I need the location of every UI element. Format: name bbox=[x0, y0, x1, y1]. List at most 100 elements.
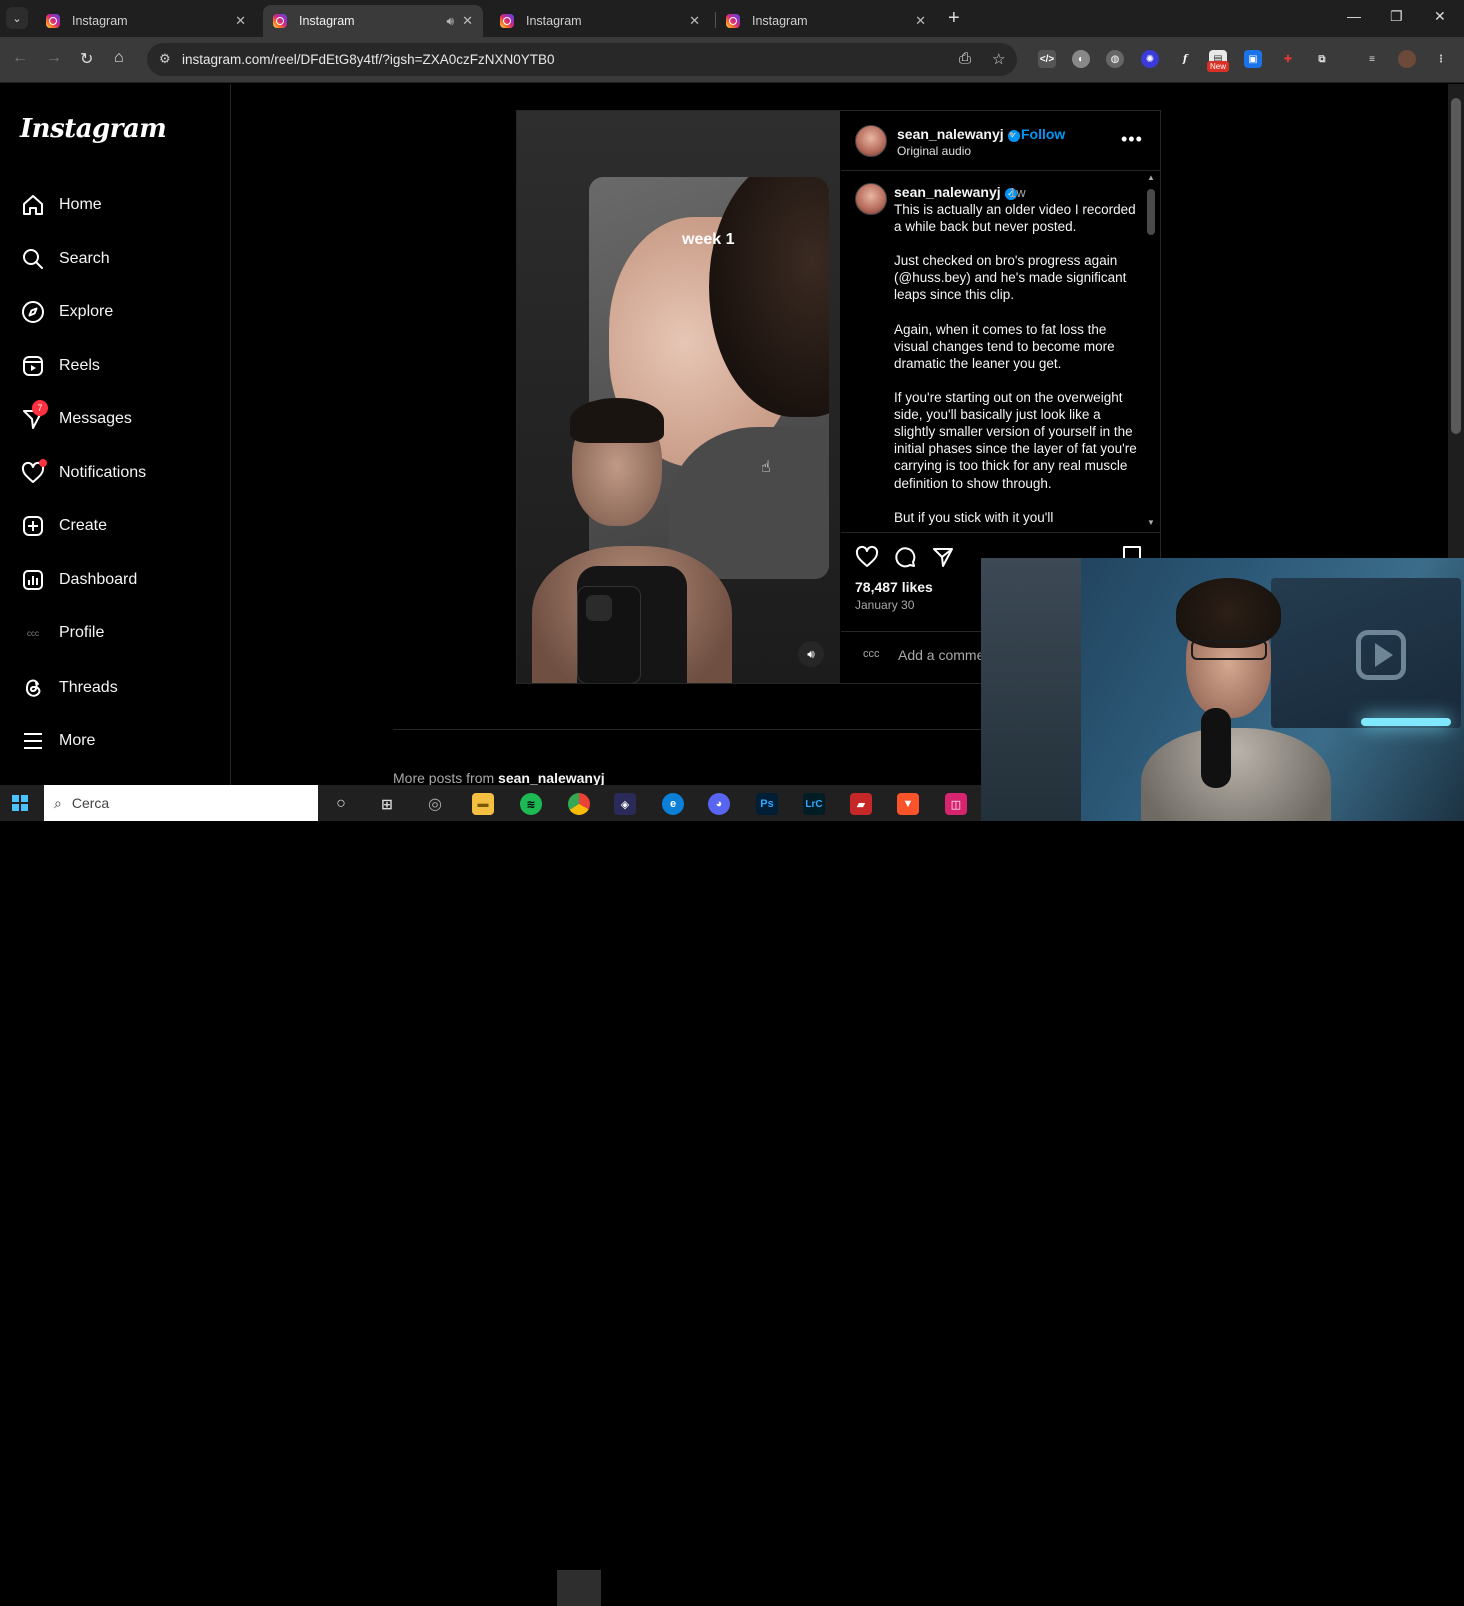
bookmark-star-icon[interactable]: ☆ bbox=[992, 50, 1005, 68]
photoshop-icon[interactable]: Ps bbox=[756, 793, 778, 815]
reel-video[interactable]: week 1 🔊︎ ☝ bbox=[517, 111, 840, 683]
lightroom-classic-icon[interactable]: LrC bbox=[803, 793, 825, 815]
sidebar-item-create[interactable]: Create bbox=[20, 511, 107, 541]
comment-icon[interactable] bbox=[893, 545, 917, 575]
windows-start-icon[interactable] bbox=[12, 795, 28, 811]
cortana-circle-icon[interactable]: ○ bbox=[330, 793, 352, 815]
sidebar-item-label: More bbox=[59, 732, 96, 749]
caption-avatar[interactable] bbox=[855, 183, 887, 215]
instagram-app-icon[interactable]: ◫ bbox=[945, 793, 967, 815]
new-tab-button[interactable]: + bbox=[948, 7, 960, 30]
comment-input[interactable]: Add a comme bbox=[898, 647, 984, 663]
chart-icon bbox=[20, 567, 46, 593]
tab-search-button[interactable]: ⌄ bbox=[6, 7, 28, 29]
close-tab-icon[interactable]: ✕ bbox=[235, 13, 246, 29]
more-posts-username[interactable]: sean_nalewanyj bbox=[498, 770, 605, 786]
sidebar-item-search[interactable]: Search bbox=[20, 244, 110, 274]
sidebar-item-notifications[interactable]: Notifications bbox=[20, 458, 146, 488]
browser-toolbar: ← → ↻ ⌂ ⚙ instagram.com/reel/DFdEtG8y4tf… bbox=[0, 37, 1464, 83]
sidebar-item-threads[interactable]: Threads bbox=[20, 673, 118, 703]
sidebar-item-reels[interactable]: Reels bbox=[20, 351, 100, 381]
video-person-hair bbox=[570, 398, 664, 443]
url-text[interactable]: instagram.com/reel/DFdEtG8y4tf/?igsh=ZXA… bbox=[182, 52, 555, 67]
restore-icon[interactable]: ❐ bbox=[1390, 8, 1403, 25]
file-explorer-icon[interactable]: ▬ bbox=[472, 793, 494, 815]
home-button-icon[interactable]: ⌂ bbox=[114, 49, 124, 67]
kebab-menu-icon[interactable]: ⋮ bbox=[1432, 50, 1450, 68]
profile-avatar-icon[interactable] bbox=[1398, 50, 1416, 68]
back-arrow-icon[interactable]: ← bbox=[12, 49, 28, 67]
header-separator: • bbox=[1009, 126, 1014, 141]
davinci-resolve-icon[interactable]: ◈ bbox=[614, 793, 636, 815]
task-view-icon[interactable]: ⊞ bbox=[376, 793, 398, 815]
extension-circle-icon[interactable]: ◐ bbox=[1072, 50, 1090, 68]
install-app-icon[interactable]: ⎙ bbox=[959, 50, 971, 67]
site-info-icon[interactable]: ⚙ bbox=[159, 51, 171, 67]
webcam-person-body bbox=[1141, 728, 1331, 821]
audio-link[interactable]: Original audio bbox=[897, 144, 971, 158]
discord-icon[interactable]: ◕ bbox=[708, 793, 730, 815]
red-app-icon[interactable]: ▰ bbox=[850, 793, 872, 815]
extension-pin-icon[interactable]: ✚ bbox=[1279, 50, 1297, 68]
sidebar-item-label: Explore bbox=[59, 303, 114, 320]
share-icon[interactable] bbox=[931, 545, 955, 575]
close-tab-icon[interactable]: ✕ bbox=[915, 13, 926, 29]
close-window-icon[interactable]: ✕ bbox=[1434, 8, 1446, 25]
instagram-logo[interactable]: Instagram bbox=[20, 114, 167, 144]
chrome-icon[interactable] bbox=[568, 793, 590, 815]
reload-icon[interactable]: ↻ bbox=[80, 49, 93, 69]
sidebar-item-messages[interactable]: 7 Messages bbox=[20, 400, 132, 434]
forward-arrow-icon[interactable]: → bbox=[46, 49, 62, 67]
speaker-icon[interactable]: 🔊︎ bbox=[447, 14, 455, 29]
audio-toggle-button[interactable]: 🔊︎ bbox=[798, 641, 824, 667]
phone-camera bbox=[586, 595, 612, 621]
scroll-up-arrow-icon[interactable]: ▲ bbox=[1147, 173, 1155, 182]
sidebar-item-dashboard[interactable]: Dashboard bbox=[20, 565, 137, 595]
caption-username-text[interactable]: sean_nalewanyj bbox=[894, 184, 1001, 200]
browser-tab[interactable]: Instagram ✕ bbox=[36, 5, 256, 37]
extension-code-icon[interactable]: </> bbox=[1038, 50, 1056, 68]
caption-username[interactable]: sean_nalewanyj ✓ bbox=[894, 184, 1017, 200]
author-username-text[interactable]: sean_nalewanyj bbox=[897, 126, 1004, 142]
browser-tab[interactable]: Instagram ✕ bbox=[716, 5, 936, 37]
close-tab-icon[interactable]: ✕ bbox=[462, 13, 473, 29]
caption-scroll-thumb[interactable] bbox=[1147, 189, 1155, 235]
close-tab-icon[interactable]: ✕ bbox=[689, 13, 700, 29]
sidebar-item-profile[interactable]: ccc Profile bbox=[20, 618, 104, 648]
scroll-down-arrow-icon[interactable]: ▼ bbox=[1147, 518, 1155, 527]
extension-gear-icon[interactable]: ✺ bbox=[1141, 50, 1159, 68]
author-avatar[interactable] bbox=[855, 125, 887, 157]
like-heart-icon[interactable] bbox=[855, 545, 879, 575]
browser-tab[interactable]: Instagram ✕ bbox=[490, 5, 710, 37]
mouse-cursor-icon: ☝ bbox=[761, 459, 771, 476]
spotify-icon[interactable]: ≋ bbox=[520, 793, 542, 815]
post-date: January 30 bbox=[855, 598, 915, 612]
author-username[interactable]: sean_nalewanyj ✓ bbox=[897, 126, 1020, 142]
reels-icon bbox=[20, 353, 46, 379]
caption-text: This is actually an older video I record… bbox=[894, 202, 1137, 525]
extension-globe-icon[interactable]: ◍ bbox=[1106, 50, 1124, 68]
sidebar-item-more[interactable]: More bbox=[20, 726, 95, 756]
taskbar-search-box[interactable]: ⌕ Cerca bbox=[44, 785, 318, 821]
sidebar-item-home[interactable]: Home bbox=[20, 190, 102, 220]
likes-count[interactable]: 78,487 likes bbox=[855, 579, 933, 595]
page-scroll-thumb[interactable] bbox=[1451, 98, 1461, 434]
extension-formula-icon[interactable]: f bbox=[1176, 50, 1194, 68]
address-bar[interactable]: ⚙ instagram.com/reel/DFdEtG8y4tf/?igsh=Z… bbox=[147, 43, 1017, 76]
post-header: sean_nalewanyj ✓ • Follow Original audio … bbox=[841, 111, 1160, 171]
sidebar-item-explore[interactable]: Explore bbox=[20, 297, 113, 327]
minimize-icon[interactable]: — bbox=[1347, 8, 1361, 24]
obs-icon[interactable]: ◎ bbox=[424, 793, 446, 815]
extension-square-icon[interactable]: ▣ bbox=[1244, 50, 1262, 68]
media-control-icon[interactable]: ≡ bbox=[1363, 50, 1381, 68]
brave-icon[interactable]: ▼ bbox=[897, 793, 919, 815]
browser-tab-active[interactable]: Instagram 🔊︎ ✕ bbox=[263, 5, 483, 37]
follow-button[interactable]: Follow bbox=[1021, 126, 1065, 142]
edge-icon[interactable]: e bbox=[662, 793, 684, 815]
extensions-puzzle-icon[interactable]: ⧉ bbox=[1313, 50, 1331, 68]
video-phone bbox=[577, 586, 641, 683]
webcam-play-logo-icon bbox=[1356, 630, 1406, 680]
comment-avatar-icon[interactable]: ccc bbox=[863, 648, 880, 660]
windows-taskbar: ⌕ Cerca ○ ⊞ ◎ ▬ ≋ ◈ e ◕ Ps LrC ▰ ▼ ◫ bbox=[0, 785, 981, 1606]
more-options-icon[interactable]: ••• bbox=[1121, 129, 1143, 150]
